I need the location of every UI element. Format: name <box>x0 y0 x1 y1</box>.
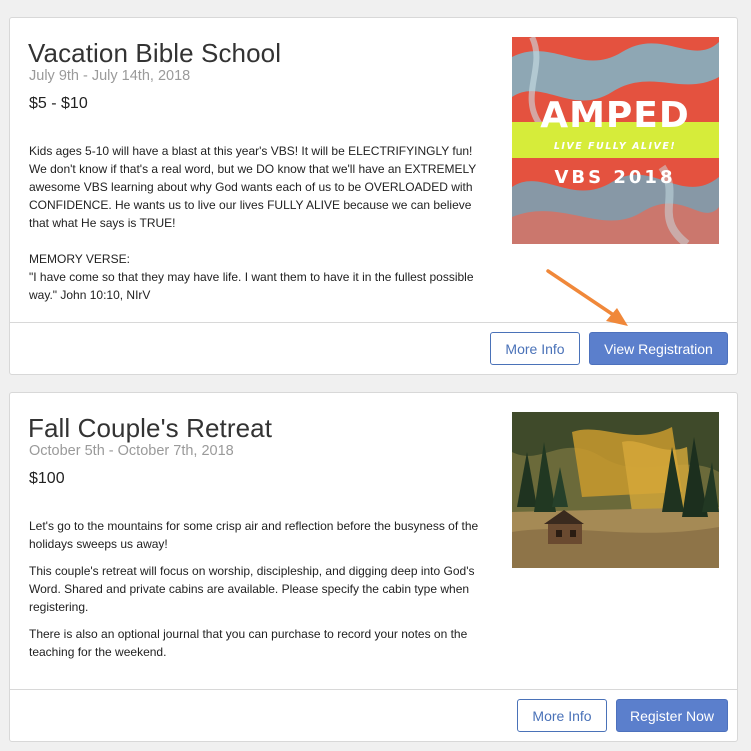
mountain-cabin-photo-icon <box>512 412 719 568</box>
view-registration-button[interactable]: View Registration <box>589 332 728 365</box>
event-title: Fall Couple's Retreat <box>28 413 273 443</box>
event-price: $5 - $10 <box>29 95 88 112</box>
more-info-button[interactable]: More Info <box>517 699 607 732</box>
event-dates: July 9th - July 14th, 2018 <box>29 68 191 84</box>
event-dates: October 5th - October 7th, 2018 <box>29 443 234 459</box>
event-card-footer: More Info Register Now <box>10 689 737 741</box>
amped-tagline: LIVE FULLY ALIVE! <box>554 141 676 152</box>
event-card-body: Fall Couple's Retreat October 5th - Octo… <box>10 393 737 690</box>
description-paragraph: This couple's retreat will focus on wors… <box>29 564 475 614</box>
event-image-amped: AMPED LIVE FULLY ALIVE! VBS 2018 <box>512 37 719 244</box>
event-description: Let's go to the mountains for some crisp… <box>29 517 484 670</box>
description-paragraph: Let's go to the mountains for some crisp… <box>29 519 479 551</box>
event-title: Vacation Bible School <box>28 38 282 68</box>
register-now-button[interactable]: Register Now <box>616 699 728 732</box>
more-info-button[interactable]: More Info <box>490 332 580 365</box>
description-paragraph: Kids ages 5-10 will have a blast at this… <box>29 144 477 230</box>
event-card-retreat: Fall Couple's Retreat October 5th - Octo… <box>9 392 738 742</box>
amped-word: AMPED <box>540 95 690 136</box>
event-description: Kids ages 5-10 will have a blast at this… <box>29 142 484 322</box>
description-paragraph: MEMORY VERSE: "I have come so that they … <box>29 252 474 302</box>
event-price: $100 <box>29 470 65 487</box>
amped-subtitle: VBS 2018 <box>555 167 676 188</box>
annotation-arrow-icon <box>546 269 628 326</box>
description-paragraph: There is also an optional journal that y… <box>29 627 468 659</box>
